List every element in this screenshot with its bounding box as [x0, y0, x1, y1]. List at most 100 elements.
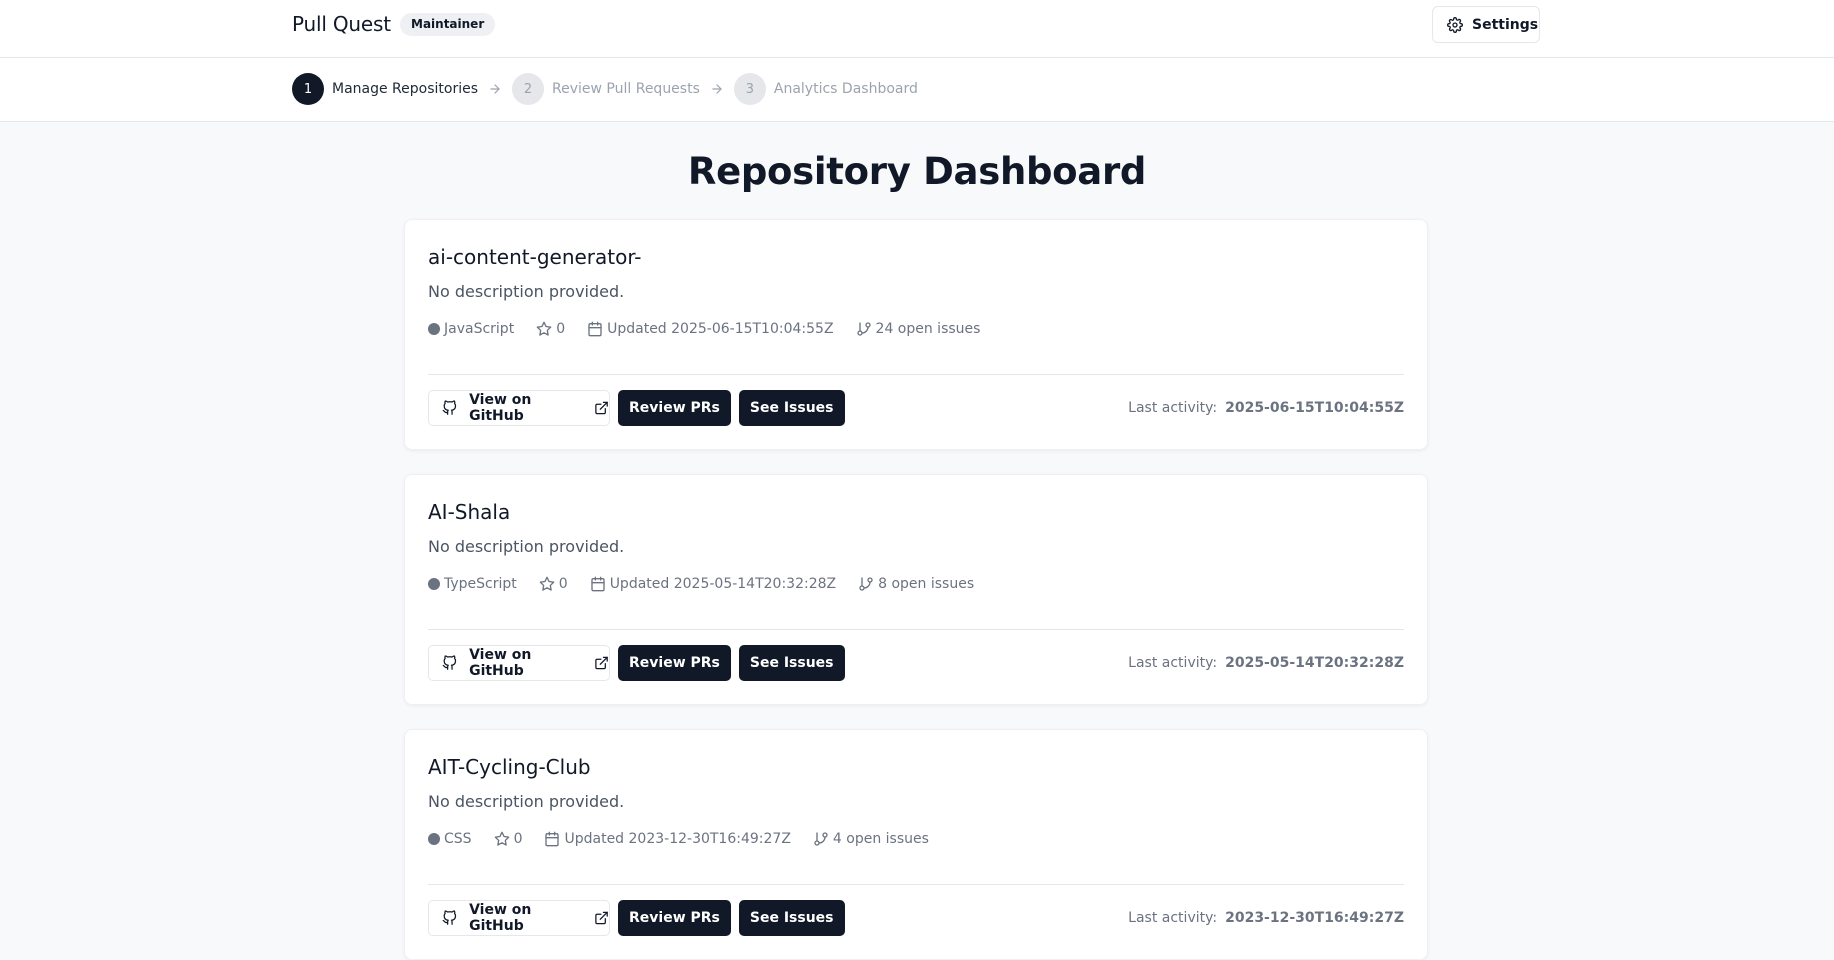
star-icon — [494, 831, 509, 846]
card-actions: View on GitHub Review PRs See Issues — [428, 390, 845, 426]
language-dot-icon — [428, 323, 440, 335]
step-label: Analytics Dashboard — [773, 81, 918, 97]
last-activity-value: 2023-12-30T16:49:27Z — [1225, 910, 1404, 926]
last-activity-label: Last activity: — [1128, 910, 1218, 926]
repo-description: No description provided. — [428, 282, 625, 301]
repo-meta: TypeScript 0 Updated 2025-05-14T20:32:28… — [428, 576, 996, 592]
calendar-icon — [591, 576, 605, 592]
last-activity-label: Last activity: — [1128, 400, 1218, 416]
language-dot-icon — [428, 578, 440, 590]
page-title: Repository Dashboard — [687, 150, 1147, 193]
repo-open-issues: 8 open issues — [858, 576, 974, 592]
last-activity: Last activity: 2025-06-15T10:04:55Z — [1128, 400, 1404, 416]
language-label: JavaScript — [444, 321, 515, 337]
review-prs-button[interactable]: Review PRs — [618, 900, 731, 936]
open-issues-text: 24 open issues — [875, 321, 981, 337]
steps-list: 1 Manage Repositories 2 Review Pull Requ… — [292, 73, 918, 105]
updated-text: Updated 2023-12-30T16:49:27Z — [564, 831, 791, 847]
repo-stars: 0 — [539, 576, 568, 592]
arrow-right-icon — [490, 84, 500, 94]
step-review-pull-requests[interactable]: 2 Review Pull Requests — [512, 73, 700, 105]
step-label: Review Pull Requests — [552, 81, 700, 97]
repo-name: AIT-Cycling-Club — [428, 755, 591, 779]
step-number: 3 — [733, 73, 766, 105]
last-activity-label: Last activity: — [1128, 655, 1218, 671]
repo-language: JavaScript — [428, 321, 514, 337]
stars-count: 0 — [513, 831, 523, 847]
git-branch-icon — [856, 322, 871, 336]
repo-open-issues: 4 open issues — [813, 831, 929, 847]
settings-label: Settings — [1472, 16, 1539, 33]
last-activity: Last activity: 2023-12-30T16:49:27Z — [1128, 910, 1404, 926]
view-on-github-label: View on GitHub — [469, 392, 532, 424]
repo-open-issues: 24 open issues — [856, 321, 981, 337]
view-on-github-button[interactable]: View on GitHub — [428, 645, 610, 681]
repo-card: ai-content-generator- No description pro… — [404, 219, 1428, 450]
github-icon — [442, 910, 457, 925]
repo-name: AI-Shala — [428, 500, 511, 524]
external-link-icon — [595, 401, 608, 415]
stars-count: 0 — [556, 321, 566, 337]
step-number: 2 — [512, 73, 545, 105]
git-branch-icon — [859, 577, 873, 591]
github-icon — [442, 400, 457, 415]
step-analytics-dashboard[interactable]: 3 Analytics Dashboard — [733, 73, 918, 105]
brand-title[interactable]: Pull Quest — [292, 12, 391, 36]
github-icon — [442, 655, 457, 670]
repo-description: No description provided. — [428, 537, 625, 556]
progress-steps-bar: 1 Manage Repositories 2 Review Pull Requ… — [0, 58, 1834, 122]
repo-card: AIT-Cycling-Club No description provided… — [404, 729, 1428, 960]
step-manage-repositories[interactable]: 1 Manage Repositories — [292, 73, 478, 105]
external-link-icon — [595, 911, 608, 925]
view-on-github-label: View on GitHub — [469, 647, 532, 679]
view-on-github-label: View on GitHub — [469, 902, 532, 934]
repo-meta: CSS 0 Updated 2023-12-30T16:49:27Z 4 ope… — [428, 831, 951, 847]
repo-updated: Updated 2025-06-15T10:04:55Z — [587, 321, 834, 337]
git-branch-icon — [814, 832, 828, 846]
updated-text: Updated 2025-06-15T10:04:55Z — [607, 321, 834, 337]
step-number: 1 — [292, 73, 324, 105]
repo-updated: Updated 2023-12-30T16:49:27Z — [544, 831, 791, 847]
view-on-github-button[interactable]: View on GitHub — [428, 900, 610, 936]
updated-text: Updated 2025-05-14T20:32:28Z — [609, 576, 837, 592]
last-activity-value: 2025-06-15T10:04:55Z — [1225, 400, 1404, 416]
language-label: CSS — [444, 831, 472, 847]
language-dot-icon — [428, 833, 440, 845]
repo-language: CSS — [428, 831, 472, 847]
card-actions: View on GitHub Review PRs See Issues — [428, 645, 845, 681]
view-on-github-button[interactable]: View on GitHub — [428, 390, 610, 426]
review-prs-button[interactable]: Review PRs — [618, 390, 731, 426]
repo-meta: JavaScript 0 Updated 2025-06-15T10:04:55… — [428, 321, 1002, 337]
arrow-right-icon — [712, 84, 722, 94]
external-link-icon — [595, 656, 608, 670]
last-activity: Last activity: 2025-05-14T20:32:28Z — [1128, 655, 1404, 671]
settings-button[interactable]: Settings — [1432, 6, 1540, 43]
repo-stars: 0 — [494, 831, 523, 847]
review-prs-button[interactable]: Review PRs — [618, 645, 731, 681]
see-issues-button[interactable]: See Issues — [738, 645, 845, 681]
role-badge: Maintainer — [400, 13, 496, 36]
repo-updated: Updated 2025-05-14T20:32:28Z — [590, 576, 836, 592]
last-activity-value: 2025-05-14T20:32:28Z — [1225, 655, 1404, 671]
repo-description: No description provided. — [428, 792, 625, 811]
top-navbar: Pull Quest Maintainer Settings — [0, 0, 1834, 58]
repo-language: TypeScript — [428, 576, 517, 592]
open-issues-text: 4 open issues — [832, 831, 929, 847]
repo-stars: 0 — [536, 321, 565, 337]
star-icon — [539, 576, 555, 591]
open-issues-text: 8 open issues — [878, 576, 975, 592]
card-actions: View on GitHub Review PRs See Issues — [428, 900, 845, 936]
card-divider — [428, 884, 1404, 885]
see-issues-button[interactable]: See Issues — [738, 390, 845, 426]
see-issues-button[interactable]: See Issues — [738, 900, 845, 936]
repo-card: AI-Shala No description provided. TypeSc… — [404, 474, 1428, 705]
repo-name: ai-content-generator- — [428, 245, 642, 269]
card-divider — [428, 629, 1404, 630]
stars-count: 0 — [558, 576, 568, 592]
language-label: TypeScript — [444, 576, 517, 592]
step-label: Manage Repositories — [332, 81, 479, 97]
calendar-icon — [545, 831, 560, 847]
calendar-icon — [588, 321, 602, 337]
gear-icon — [1447, 16, 1463, 33]
card-divider — [428, 374, 1404, 375]
